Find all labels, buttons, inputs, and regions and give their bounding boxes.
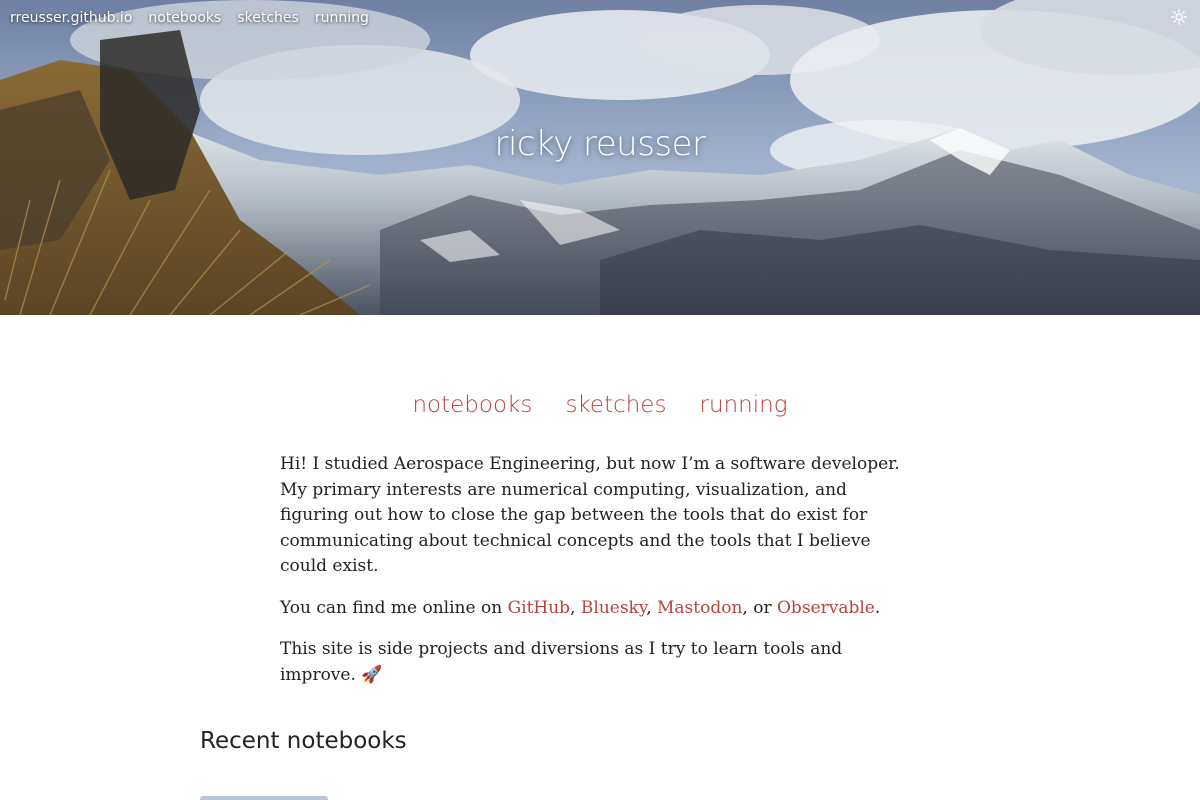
separator: , or xyxy=(742,597,777,618)
intro-p2-prefix: You can find me online on xyxy=(280,597,508,618)
main-nav-link-sketches[interactable]: sketches xyxy=(565,392,666,418)
top-navigation: rreusser.github.io notebooks sketches ru… xyxy=(0,0,1200,36)
topnav-link-sketches[interactable]: sketches xyxy=(237,10,298,26)
notebook-thumbnail[interactable] xyxy=(200,796,328,800)
separator: , xyxy=(570,597,581,618)
recent-notebooks-heading: Recent notebooks xyxy=(200,728,407,754)
observable-link[interactable]: Observable xyxy=(777,598,875,618)
intro-section: Hi! I studied Aerospace Engineering, but… xyxy=(280,452,912,704)
separator: , xyxy=(646,597,658,618)
intro-paragraph-1: Hi! I studied Aerospace Engineering, but… xyxy=(280,454,900,576)
intro-p2-suffix: . xyxy=(874,597,881,618)
github-link[interactable]: GitHub xyxy=(508,598,571,618)
main-nav-link-running[interactable]: running xyxy=(700,392,788,418)
mastodon-link[interactable]: Mastodon xyxy=(657,598,742,618)
main-nav-link-notebooks[interactable]: notebooks xyxy=(412,392,532,418)
sun-icon xyxy=(1171,9,1187,25)
hero-banner: rreusser.github.io notebooks sketches ru… xyxy=(0,0,1200,315)
site-home-link[interactable]: rreusser.github.io xyxy=(10,10,132,26)
intro-paragraph-3: This site is side projects and diversion… xyxy=(280,639,843,685)
topnav-link-running[interactable]: running xyxy=(315,10,369,26)
main-navigation: notebooks sketches running xyxy=(0,392,1200,418)
intro-paragraph-2: You can find me online on GitHub, Bluesk… xyxy=(280,596,912,622)
topnav-link-notebooks[interactable]: notebooks xyxy=(148,10,221,26)
hero-title: ricky reusser xyxy=(494,124,706,164)
bluesky-link[interactable]: Bluesky xyxy=(581,598,646,618)
theme-toggle-button[interactable] xyxy=(1170,8,1188,26)
